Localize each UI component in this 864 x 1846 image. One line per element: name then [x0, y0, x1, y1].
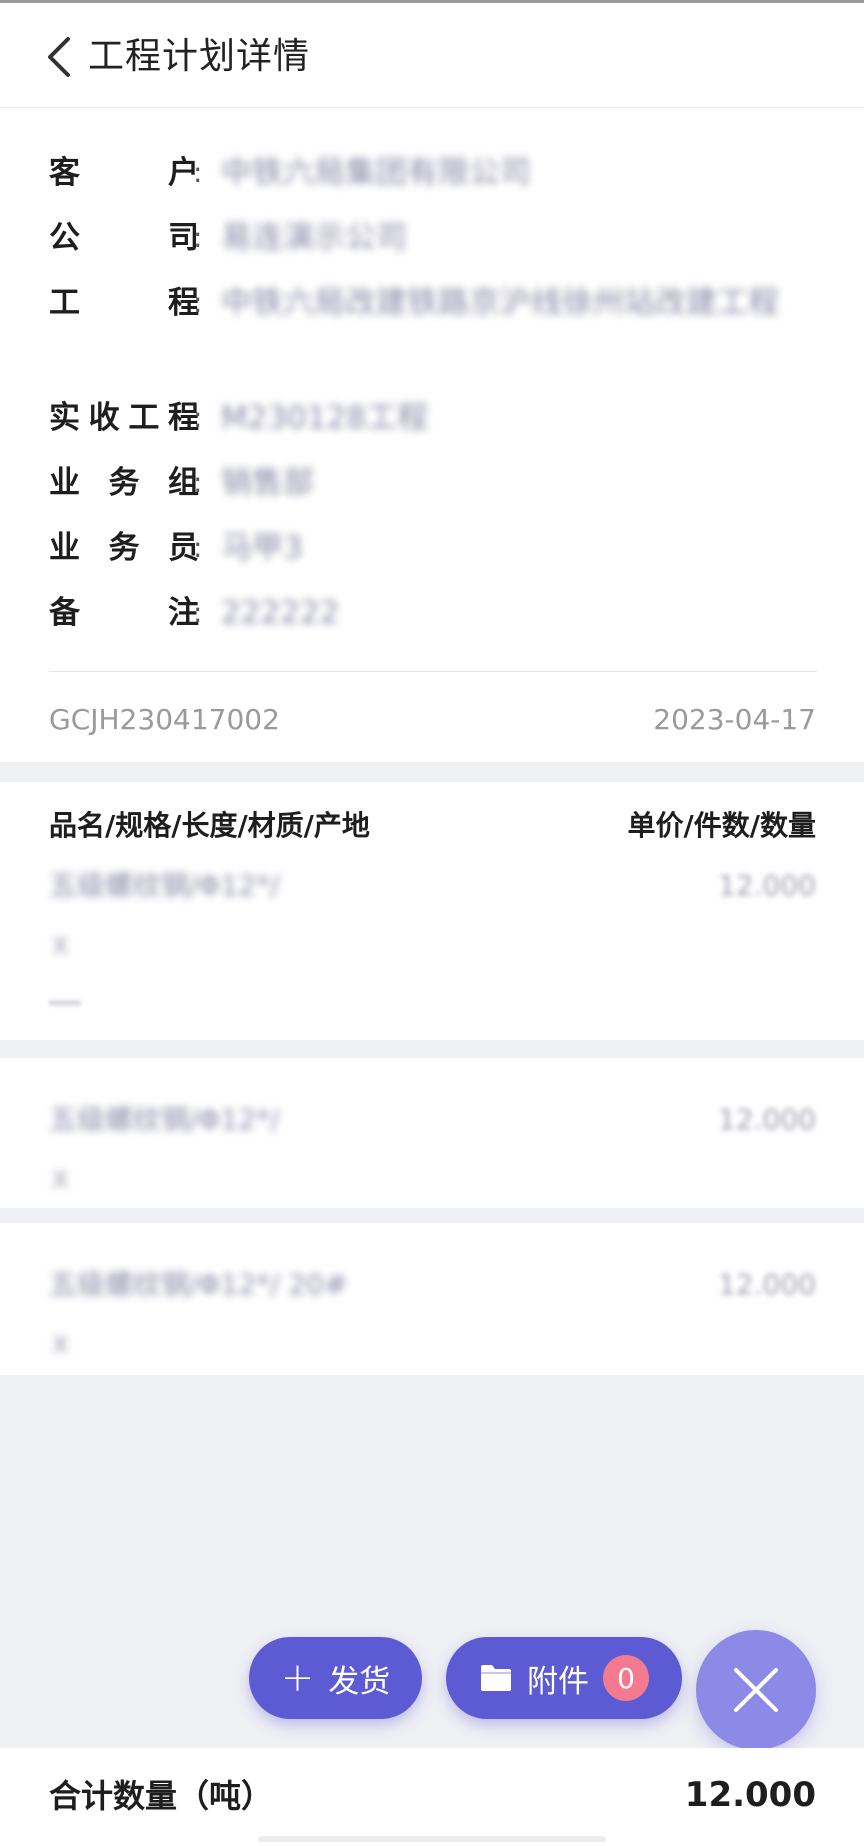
- info-card: 客 户 : 中铁六局集团有限公司 公 司 : 易连演示公司 工 程 : 中铁六局…: [0, 108, 864, 762]
- item-subinfo: X: [52, 1166, 69, 1194]
- item-name: 五级螺纹钢/Φ12*/: [49, 869, 280, 902]
- item-placeholder-line: [49, 1001, 81, 1005]
- plan-date: 2023-04-17: [653, 703, 816, 736]
- plus-icon: +: [280, 1655, 315, 1701]
- nav-header: 工程计划详情: [0, 0, 864, 108]
- footer-total-bar: 合计数量（吨） 12.000: [0, 1748, 864, 1846]
- info-label: 业 务 员: [49, 530, 199, 566]
- folder-icon: [481, 1665, 511, 1691]
- total-value: 12.000: [684, 1775, 816, 1815]
- items-column-header-right: 单价/件数/数量: [627, 809, 816, 842]
- divider: [49, 671, 817, 672]
- remark-value: 222222: [221, 595, 340, 631]
- ship-button-label: 发货: [328, 1663, 391, 1700]
- items-list-card: 品名/规格/长度/材质/产地 单价/件数/数量 五级螺纹钢/Φ12*/ 12.0…: [0, 782, 864, 1040]
- plan-code: GCJH230417002: [49, 703, 280, 736]
- project-value: 中铁六局改建铁路京沪线徐州站改建工程: [221, 285, 779, 321]
- page: 工程计划详情 客 户 : 中铁六局集团有限公司 公 司 : 易连演示公司 工 程…: [0, 0, 864, 1846]
- item-subinfo: X: [52, 932, 69, 960]
- back-arrow-icon[interactable]: [44, 35, 74, 79]
- attachment-button[interactable]: 附件 0: [446, 1637, 682, 1719]
- item-name: 五级螺纹钢/Φ12*/: [49, 1103, 280, 1136]
- list-item[interactable]: 五级螺纹钢/Φ12*/ 12.000 X: [0, 1058, 864, 1208]
- item-subinfo: X: [52, 1331, 69, 1359]
- home-indicator[interactable]: [258, 1836, 606, 1842]
- customer-value: 中铁六局集团有限公司: [221, 155, 531, 191]
- item-quantity: 12.000: [718, 1103, 816, 1136]
- info-label: 公 司: [49, 220, 199, 256]
- list-item[interactable]: 五级螺纹钢/Φ12*/ 20# 12.000 X: [0, 1223, 864, 1375]
- items-column-header-left: 品名/规格/长度/材质/产地: [49, 809, 370, 842]
- item-quantity: 12.000: [718, 1268, 816, 1301]
- company-value: 易连演示公司: [221, 220, 407, 256]
- info-label: 备 注: [49, 595, 199, 631]
- ship-button[interactable]: + 发货: [249, 1637, 422, 1719]
- attachment-count-badge: 0: [603, 1655, 649, 1701]
- info-label: 业 务 组: [49, 465, 199, 501]
- info-label: 实 收 工 程: [49, 400, 199, 436]
- actual-project-value: M230128工程: [221, 400, 429, 436]
- close-menu-button[interactable]: [696, 1630, 816, 1750]
- page-title: 工程计划详情: [88, 36, 311, 77]
- business-group-value: 销售部: [221, 465, 314, 501]
- item-name: 五级螺纹钢/Φ12*/ 20#: [49, 1268, 348, 1301]
- info-label: 客 户: [49, 155, 199, 191]
- close-icon: [734, 1668, 778, 1712]
- salesman-value: 马甲3: [221, 530, 303, 566]
- attachment-button-label: 附件: [527, 1663, 589, 1700]
- info-label: 工 程: [49, 285, 199, 321]
- total-label: 合计数量（吨）: [49, 1777, 274, 1815]
- item-quantity: 12.000: [718, 869, 816, 902]
